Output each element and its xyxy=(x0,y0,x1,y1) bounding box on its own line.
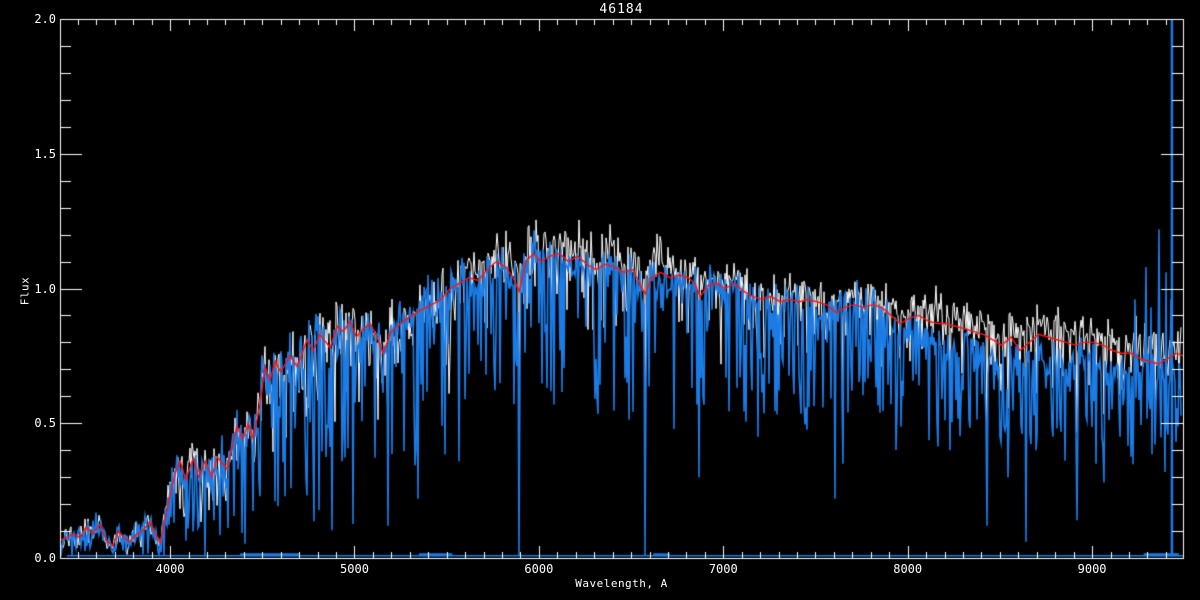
x-tick-label: 6000 xyxy=(524,562,554,576)
x-tick-label: 9000 xyxy=(1077,562,1107,576)
y-tick-label: 1.0 xyxy=(34,281,56,296)
spectrum-plot-window: 46184 Flux Wavelength, A 4000 5000 6000 700… xyxy=(0,0,1200,600)
y-tick-label: 0.5 xyxy=(34,416,56,431)
y-tick-label: 1.5 xyxy=(34,146,56,161)
x-tick-label: 4000 xyxy=(155,562,185,576)
spectrum-plot-canvas xyxy=(0,0,1200,600)
y-tick-label: 0.0 xyxy=(34,551,56,565)
plot-title: 46184 xyxy=(599,2,644,17)
y-tick-label: 2.0 xyxy=(34,12,56,26)
x-tick-label: 7000 xyxy=(708,562,738,576)
x-tick-label: 8000 xyxy=(893,562,923,576)
x-axis-label: Wavelength, A xyxy=(575,577,668,590)
x-tick-label: 5000 xyxy=(340,562,369,576)
